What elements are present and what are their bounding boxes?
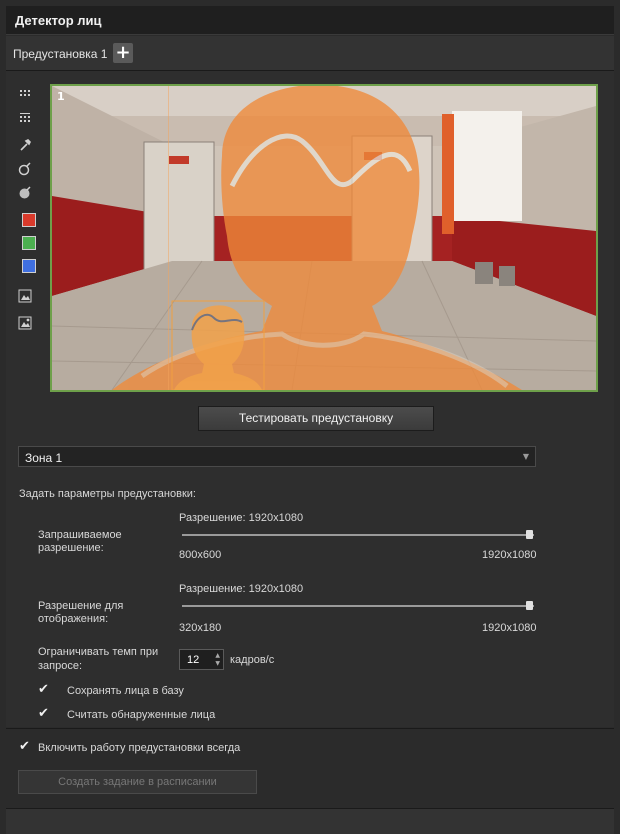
preset-bar: Предустановка 1 +: [6, 36, 614, 71]
fps-stepper[interactable]: 12 ▲ ▼: [179, 649, 224, 670]
always-enable-checkbox[interactable]: ✔: [19, 740, 31, 753]
video-preview[interactable]: 1: [50, 84, 598, 392]
create-schedule-button[interactable]: Создать задание в расписании: [18, 770, 257, 794]
save-faces-label: Сохранять лица в базу: [67, 685, 184, 697]
pipette-icon[interactable]: [18, 138, 32, 152]
test-preset-button[interactable]: Тестировать предустановку: [198, 406, 434, 431]
requested-resolution-max: 1920x1080: [482, 549, 537, 561]
save-faces-checkbox[interactable]: ✔: [38, 683, 50, 696]
red-square-icon[interactable]: [22, 213, 36, 227]
chevron-down-icon: ▼: [522, 452, 529, 461]
window-title: Детектор лиц: [15, 13, 102, 28]
count-faces-label: Считать обнаруженные лица: [67, 709, 216, 721]
grid-dots-icon[interactable]: [18, 111, 32, 125]
divider: [6, 728, 614, 729]
count-faces-checkbox[interactable]: ✔: [38, 707, 50, 720]
channel-number: 1: [57, 90, 65, 103]
requested-resolution-label-1: Запрашиваемое: [38, 529, 122, 541]
pipette-minus-icon[interactable]: [18, 162, 32, 176]
image-add-icon[interactable]: [18, 316, 32, 330]
camera-frame: [52, 86, 596, 390]
display-resolution-min: 320x180: [179, 622, 222, 634]
blue-square-icon[interactable]: [22, 259, 36, 273]
requested-resolution-slider[interactable]: [182, 534, 534, 536]
fps-value: 12: [187, 654, 200, 666]
zone-select-value: Зона 1: [25, 451, 63, 465]
fps-limit-label-1: Ограничивать темп при: [38, 646, 159, 658]
display-resolution-slider-thumb[interactable]: [526, 601, 533, 610]
display-resolution-slider[interactable]: [182, 605, 534, 607]
window-header: Детектор лиц: [6, 6, 614, 35]
display-resolution-label-2: отображения:: [38, 613, 109, 625]
requested-resolution-min: 800x600: [179, 549, 222, 561]
image-icon[interactable]: [18, 289, 32, 303]
footer-bar: [6, 808, 614, 834]
add-preset-button[interactable]: +: [113, 43, 133, 63]
fps-limit-label-2: запросе:: [38, 660, 83, 672]
display-resolution-max: 1920x1080: [482, 622, 537, 634]
preset-tab[interactable]: Предустановка 1: [13, 47, 107, 61]
zone-select[interactable]: Зона 1 ▼: [18, 446, 536, 467]
stepper-down-icon[interactable]: ▼: [215, 660, 220, 667]
display-resolution-label-1: Разрешение для: [38, 600, 124, 612]
fps-unit: кадров/с: [230, 654, 275, 666]
requested-resolution-label-2: разрешение:: [38, 542, 104, 554]
pipette-plus-icon[interactable]: [18, 186, 32, 200]
params-heading: Задать параметры предустановки:: [19, 488, 196, 500]
stepper-up-icon[interactable]: ▲: [215, 652, 220, 659]
green-square-icon[interactable]: [22, 236, 36, 250]
requested-resolution-slider-thumb[interactable]: [526, 530, 533, 539]
display-resolution-text: Разрешение: 1920x1080: [179, 583, 304, 595]
grid-small-icon[interactable]: [18, 89, 32, 103]
requested-resolution-text: Разрешение: 1920x1080: [179, 512, 304, 524]
always-enable-label: Включить работу предустановки всегда: [38, 742, 241, 754]
